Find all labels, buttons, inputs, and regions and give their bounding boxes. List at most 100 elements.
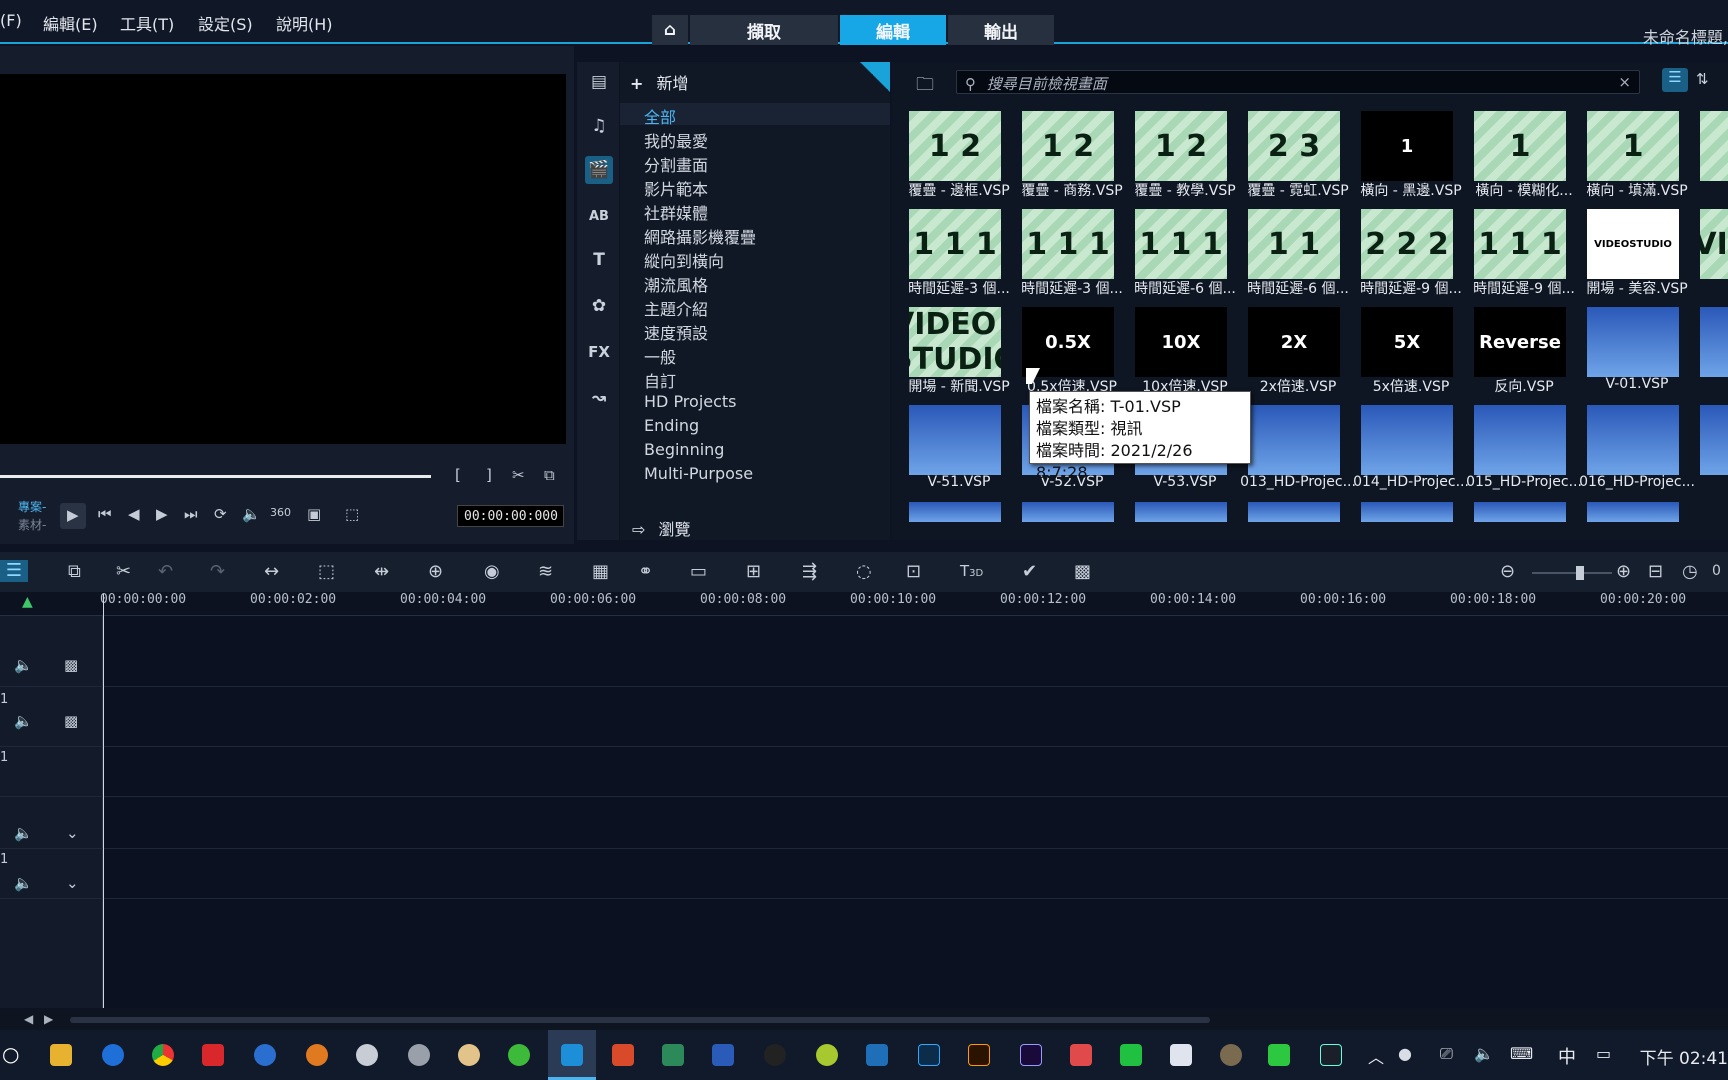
tools-icon[interactable]: ✂ — [116, 561, 131, 582]
browse-button[interactable]: ⇨ 瀏覽 — [632, 516, 691, 540]
photo-icon[interactable] — [662, 1044, 684, 1066]
file-explorer-icon[interactable] — [50, 1044, 72, 1066]
music-icon[interactable]: ♫ — [585, 112, 613, 140]
media-thumbnail[interactable]: 2X 2x倍速.VSP — [1243, 303, 1353, 395]
category-item[interactable]: 自訂 — [644, 368, 676, 392]
mark-out-icon[interactable]: ] — [486, 466, 492, 484]
transition-icon[interactable]: AB — [585, 202, 613, 230]
category-item[interactable]: Multi-Purpose — [644, 464, 753, 483]
redo-icon[interactable]: ↷ — [210, 561, 225, 582]
notification-icon[interactable]: ▭ — [1596, 1044, 1611, 1063]
media-thumbnail[interactable]: 016_HD-Projec... — [1579, 401, 1695, 490]
category-item[interactable]: 主題介紹 — [644, 296, 708, 320]
media-thumbnail[interactable]: 1 橫向 - 填滿.VSP — [1582, 107, 1692, 199]
media-thumbnail[interactable]: V-51.VSP — [904, 401, 1014, 490]
voice-track-mute-icon[interactable]: 🔈 — [14, 824, 33, 842]
media-thumbnail[interactable]: 2 3 覆疊 - 霓虹.VSP — [1243, 107, 1353, 199]
media-thumbnail[interactable]: 1 2 覆疊 - 商務.VSP — [1017, 107, 1127, 199]
track-motion-icon[interactable]: ◌ — [856, 561, 872, 582]
thumbnail-image[interactable] — [1135, 502, 1227, 522]
undo-icon[interactable]: ↶ — [158, 561, 173, 582]
title-icon[interactable]: T — [585, 246, 613, 274]
timeline-view-icon[interactable]: ☰ — [0, 560, 28, 582]
app-icon[interactable] — [356, 1044, 378, 1066]
category-item[interactable]: Ending — [644, 416, 699, 435]
play-icon[interactable]: ▶ — [60, 503, 86, 529]
thumbnail-image[interactable] — [1361, 502, 1453, 522]
word-icon[interactable] — [712, 1044, 734, 1066]
fit-timeline-icon[interactable]: ↔ — [264, 561, 279, 582]
menu-edit[interactable]: 編輯(E) — [43, 11, 98, 35]
media-thumbnail[interactable]: VIDEO STUDIO 開場 - 新聞.VSP — [904, 303, 1014, 395]
tab-capture[interactable]: 擷取 — [690, 15, 838, 45]
paint-icon[interactable] — [458, 1044, 480, 1066]
scroll-left-icon[interactable]: ◀ — [24, 1012, 33, 1026]
category-item[interactable]: 全部 — [644, 104, 676, 128]
timeline-ruler[interactable]: ▲ 00:00:00:00 00:00:02:00 00:00:04:00 00:00… — [0, 592, 1728, 616]
media-thumbnail[interactable]: 013_HD-Projec... — [1240, 401, 1356, 490]
template-icon[interactable]: ▩ — [1074, 561, 1091, 582]
tab-share[interactable]: 輸出 — [948, 15, 1054, 45]
media-thumbnail[interactable]: V-01.VSP — [1582, 303, 1692, 392]
media-thumbnail[interactable]: 1 橫向 - 模糊化... — [1469, 107, 1579, 199]
multi-cam-icon[interactable]: ⬚ — [318, 561, 335, 582]
three-sixty-icon[interactable]: 360 — [270, 506, 291, 519]
go-start-icon[interactable]: ⏮ — [98, 505, 112, 523]
menu-help[interactable]: 說明(H) — [276, 11, 333, 35]
volume-icon[interactable]: 🔈 — [242, 505, 261, 523]
thumbnail-image[interactable] — [1474, 502, 1566, 522]
timeline-scrollbar[interactable]: ◀ ▶ — [0, 1010, 1728, 1030]
media-thumbnail[interactable]: 015_HD-Projec... — [1466, 401, 1582, 490]
app-icon[interactable] — [1170, 1044, 1192, 1066]
app-icon[interactable] — [612, 1044, 634, 1066]
graphics-icon[interactable]: ✿ — [585, 292, 613, 320]
tray-qq-icon[interactable]: ● — [1398, 1044, 1412, 1063]
zoom-out-icon[interactable]: ⊖ — [1500, 561, 1515, 582]
mark-in-icon[interactable]: [ — [455, 466, 461, 484]
voice-track-expand-icon[interactable]: ⌄ — [66, 824, 79, 842]
category-item[interactable]: 速度預設 — [644, 320, 708, 344]
line-icon[interactable] — [1120, 1044, 1142, 1066]
clip-mode-label[interactable]: 素材- — [18, 516, 46, 533]
app-icon[interactable] — [306, 1044, 328, 1066]
tab-edit[interactable]: 編輯 — [840, 15, 946, 45]
title-3d-icon[interactable]: T3D — [960, 562, 983, 580]
zoom-slider[interactable] — [1532, 566, 1612, 580]
ime-indicator[interactable]: 中 — [1558, 1043, 1576, 1069]
scrub-bar[interactable] — [0, 475, 431, 478]
fit-project-icon[interactable]: ⊟ — [1648, 561, 1663, 582]
network-icon[interactable]: ⎚ — [1440, 1044, 1453, 1064]
photoshop-icon[interactable] — [918, 1044, 940, 1066]
media-thumbnail[interactable]: 014_HD-Projec... — [1353, 401, 1469, 490]
media-thumbnail[interactable]: VIDEOSTUDIO 開場 - 美容.VSP — [1582, 205, 1692, 297]
category-item[interactable]: Beginning — [644, 440, 724, 459]
chrome-icon[interactable] — [152, 1044, 174, 1066]
media-thumbnail[interactable]: V-0 — [1695, 303, 1728, 391]
category-item[interactable]: 一般 — [644, 344, 676, 368]
videostudio-icon[interactable] — [561, 1044, 583, 1066]
app-icon[interactable] — [254, 1044, 276, 1066]
media-thumbnail[interactable]: 5X 5x倍速.VSP — [1356, 303, 1466, 395]
thumbnail-image[interactable] — [1022, 502, 1114, 522]
media-thumbnail[interactable]: 1 1 1 時間延遲-3 個... — [904, 205, 1014, 297]
list-view-icon[interactable]: ☰ — [1662, 68, 1688, 92]
video-track-grid-icon[interactable]: ▩ — [64, 656, 78, 674]
split-icon[interactable]: ⇹ — [374, 561, 389, 582]
settings-icon[interactable] — [408, 1044, 430, 1066]
thumbnail-image[interactable] — [909, 502, 1001, 522]
scroll-thumb[interactable] — [70, 1017, 1210, 1023]
subtitle-icon[interactable]: ▭ — [690, 561, 707, 582]
media-app-icon[interactable] — [202, 1044, 224, 1066]
clock[interactable]: 下午 02:41 — [1640, 1044, 1728, 1069]
qq-icon[interactable] — [764, 1044, 786, 1066]
category-item[interactable]: 社群媒體 — [644, 200, 708, 224]
thumbnail-image[interactable] — [1587, 502, 1679, 522]
track-area[interactable] — [104, 616, 1728, 1008]
filter-icon[interactable]: FX — [585, 338, 613, 366]
app-icon[interactable] — [1268, 1044, 1290, 1066]
app-icon[interactable] — [1320, 1044, 1342, 1066]
app-icon[interactable] — [1220, 1044, 1242, 1066]
repeat-icon[interactable]: ⟳ — [214, 505, 227, 523]
clear-search-icon[interactable]: × — [1618, 73, 1631, 91]
playhead[interactable] — [103, 594, 104, 1008]
